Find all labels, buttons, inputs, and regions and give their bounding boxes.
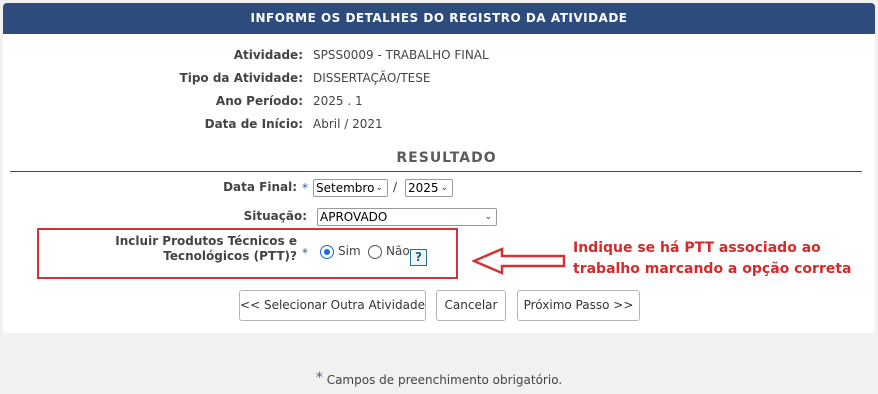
select-other-activity-button[interactable]: << Selecionar Outra Atividade [239,290,426,321]
section-title-resultado: RESULTADO [396,150,497,166]
chevron-down-icon: ⌄ [484,212,492,222]
label-tipo-atividade: Tipo da Atividade: [179,71,303,85]
ptt-radio-nao[interactable] [368,245,382,259]
value-data-inicio: Abril / 2021 [313,117,383,131]
required-star-icon: * [315,370,323,386]
value-tipo-atividade: DISSERTAÇÃO/TESE [313,71,431,85]
situacao-select[interactable]: APROVADO ⌄ [317,208,497,226]
ptt-option-sim-label: Sim [338,244,361,258]
year-select[interactable]: 2025 ⌄ [405,179,453,197]
required-star-icon: * [302,181,308,195]
year-select-value: 2025 [408,181,439,195]
situacao-select-value: APROVADO [320,210,388,224]
month-select[interactable]: Setembro ⌄ [313,179,388,197]
footer-note: * Campos de preenchimento obrigatório. [0,370,878,387]
label-data-inicio: Data de Início: [204,117,303,131]
value-atividade: SPSS0009 - TRABALHO FINAL [313,48,489,62]
chevron-down-icon: ⌄ [440,183,448,193]
cancel-button[interactable]: Cancelar [436,290,506,321]
date-separator: / [393,180,398,194]
form-panel: INFORME OS DETALHES DO REGISTRO DA ATIVI… [3,3,875,333]
ptt-radio-sim[interactable] [320,245,334,259]
required-star-icon: * [302,246,308,260]
chevron-down-icon: ⌄ [375,183,383,193]
value-ano-periodo: 2025 . 1 [313,94,363,108]
next-step-button[interactable]: Próximo Passo >> [517,290,640,321]
label-ptt: Incluir Produtos Técnicos e Tecnológicos… [115,234,297,263]
help-icon[interactable]: ? [410,249,427,266]
label-situacao: Situação: [243,209,307,223]
ptt-option-nao-label: Não [386,244,410,258]
panel-header: INFORME OS DETALHES DO REGISTRO DA ATIVI… [3,3,875,34]
section-divider [10,171,862,172]
label-atividade: Atividade: [233,48,303,62]
month-select-value: Setembro [316,181,375,195]
annotation-text: Indique se há PTT associado ao trabalho … [573,240,852,277]
footer-note-text: Campos de preenchimento obrigatório. [326,373,563,387]
annotation-arrow-icon [472,247,566,275]
label-ano-periodo: Ano Período: [215,94,303,108]
label-data-final: Data Final: [223,180,297,194]
